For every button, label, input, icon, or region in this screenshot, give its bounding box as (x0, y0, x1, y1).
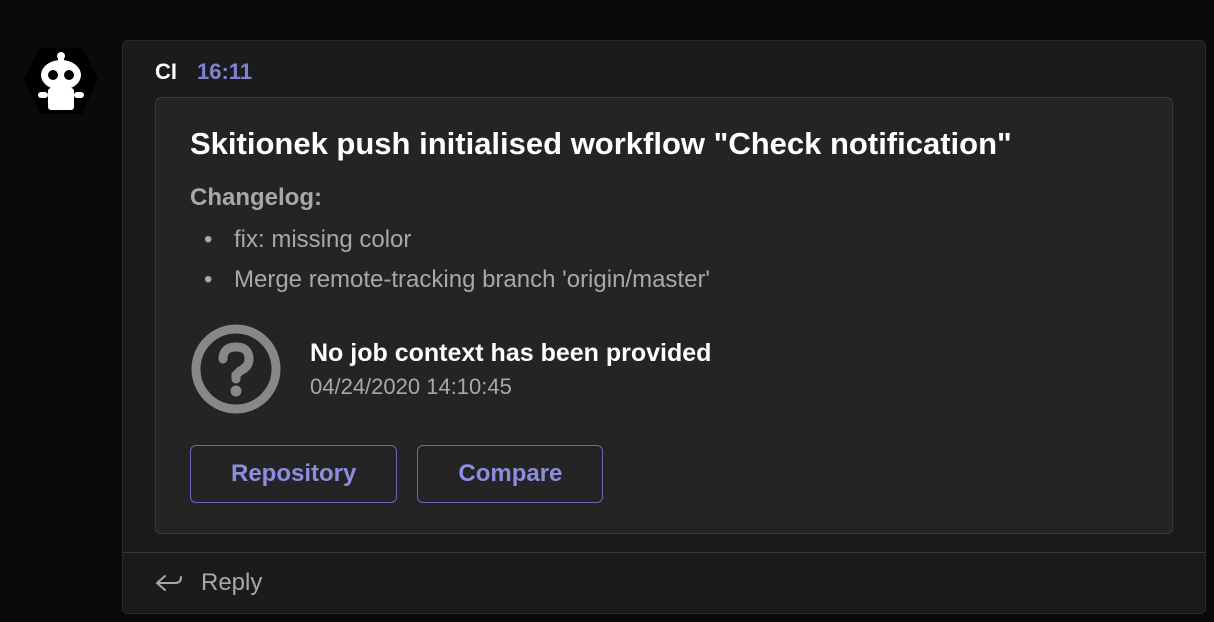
status-date: 04/24/2020 14:10:45 (310, 374, 711, 400)
question-mark-icon (190, 323, 282, 415)
message-container: CI 16:11 Skitionek push initialised work… (0, 0, 1214, 614)
reply-icon (155, 573, 183, 593)
message-header: CI 16:11 (123, 41, 1205, 97)
bot-avatar (20, 40, 102, 122)
reply-area[interactable]: Reply (123, 552, 1205, 613)
repository-button[interactable]: Repository (190, 445, 397, 503)
changelog-list: fix: missing color Merge remote-tracking… (190, 220, 1138, 299)
reply-label: Reply (201, 569, 262, 597)
status-row: No job context has been provided 04/24/2… (190, 323, 1138, 415)
card-title: Skitionek push initialised workflow "Che… (190, 126, 1138, 162)
notification-card: Skitionek push initialised workflow "Che… (155, 97, 1173, 534)
status-text: No job context has been provided 04/24/2… (310, 339, 711, 400)
message-timestamp: 16:11 (197, 59, 252, 85)
avatar-wrapper (20, 40, 102, 614)
button-row: Repository Compare (190, 445, 1138, 503)
list-item: fix: missing color (234, 220, 1138, 260)
status-title: No job context has been provided (310, 339, 711, 368)
list-item: Merge remote-tracking branch 'origin/mas… (234, 260, 1138, 300)
sender-name: CI (155, 59, 177, 85)
changelog-label: Changelog: (190, 184, 1138, 212)
compare-button[interactable]: Compare (417, 445, 603, 503)
message-area: CI 16:11 Skitionek push initialised work… (122, 40, 1206, 614)
